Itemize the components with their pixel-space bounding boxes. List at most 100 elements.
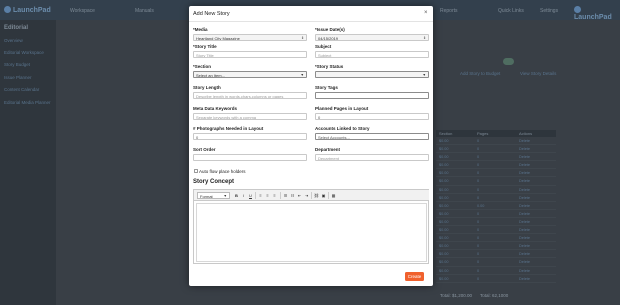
- delete-link[interactable]: Delete: [516, 210, 556, 217]
- media-select[interactable]: Heartland City Magazine ⇕: [193, 34, 307, 41]
- create-button[interactable]: Create: [405, 272, 424, 281]
- table-cell: 0: [477, 179, 480, 184]
- photographs-input[interactable]: 0: [193, 133, 307, 140]
- delete-link[interactable]: Delete: [516, 275, 556, 282]
- delete-link[interactable]: Delete: [516, 242, 556, 249]
- subject-label: Subject: [315, 44, 332, 49]
- story-tags-input[interactable]: [315, 92, 429, 99]
- align-right-icon[interactable]: ≡: [272, 193, 277, 198]
- table-cell: $0.00: [439, 260, 449, 265]
- format-select[interactable]: Format ▼: [197, 192, 230, 199]
- modal-header: Add New Story ×: [189, 6, 433, 22]
- sidebar-item-media-planner[interactable]: Editorial Media Planner: [4, 100, 51, 105]
- nav-settings[interactable]: Settings: [540, 8, 558, 14]
- delete-link[interactable]: Delete: [516, 161, 556, 168]
- numbered-list-icon[interactable]: ☷: [290, 193, 295, 198]
- story-length-input[interactable]: Describe length in words,chars,columns o…: [193, 92, 307, 99]
- bold-icon[interactable]: B: [234, 193, 239, 198]
- bullet-list-icon[interactable]: ☰: [283, 193, 288, 198]
- outdent-icon[interactable]: ⇤: [297, 193, 302, 198]
- underline-icon[interactable]: U: [248, 193, 253, 198]
- department-input[interactable]: Department: [315, 154, 429, 161]
- table-cell: $0.00: [439, 195, 449, 200]
- italic-icon[interactable]: I: [241, 193, 246, 198]
- sidebar-item-overview[interactable]: Overview: [4, 38, 23, 43]
- table-icon[interactable]: ▦: [331, 193, 336, 198]
- delete-link[interactable]: Delete: [516, 226, 556, 233]
- align-center-icon[interactable]: ≡: [265, 193, 270, 198]
- table-row: $0.00 0 Delete: [436, 161, 556, 170]
- brand-logo-right: LaunchPad: [574, 6, 620, 21]
- accounts-select[interactable]: Select Accounts...: [315, 133, 429, 140]
- table-cell: $0.00: [439, 236, 449, 241]
- close-icon[interactable]: ×: [424, 10, 428, 16]
- image-icon[interactable]: ▣: [321, 193, 326, 198]
- section-select[interactable]: Select an Item... ▼: [193, 71, 307, 78]
- delete-link[interactable]: Delete: [516, 267, 556, 274]
- total-cost: Total: $1,200.00: [440, 293, 473, 298]
- table-cell: 0: [477, 228, 480, 233]
- photographs-label: # Photographs Needed in Layout: [193, 126, 264, 131]
- table-row: $0.00 0 Delete: [436, 145, 556, 154]
- meta-keywords-input[interactable]: Separate keywords with a comma: [193, 113, 307, 120]
- table-cell: $0.00: [439, 268, 449, 273]
- nav-workspace[interactable]: Workspace: [70, 8, 95, 14]
- sidebar: Editorial Overview Editorial Workspace S…: [0, 20, 56, 305]
- table-cell: 0: [477, 195, 480, 200]
- table-row: $0.00 0 Delete: [436, 267, 556, 275]
- align-left-icon[interactable]: ≡: [258, 193, 263, 198]
- delete-link[interactable]: Delete: [516, 177, 556, 184]
- indent-icon[interactable]: ⇥: [304, 193, 309, 198]
- section-label: *Section: [193, 64, 212, 69]
- delete-link[interactable]: Delete: [516, 169, 556, 176]
- add-story-budget-link[interactable]: Add Story to Budget: [460, 71, 500, 76]
- link-icon[interactable]: ⛓: [314, 193, 319, 198]
- media-label: *Media: [193, 27, 208, 32]
- table-cell: $0.00: [439, 187, 449, 192]
- subject-input[interactable]: Subject: [315, 51, 429, 58]
- auto-flow-checkbox[interactable]: [194, 169, 198, 173]
- delete-link[interactable]: Delete: [516, 218, 556, 225]
- view-story-link[interactable]: View Story Details: [520, 71, 556, 76]
- table-cell: 0: [477, 252, 480, 257]
- table-row: $0.00 0 Delete: [436, 194, 556, 202]
- nav-manuals[interactable]: Manuals: [135, 8, 154, 14]
- table-cell: $0.00: [439, 171, 449, 176]
- total-pages: Total: 62,1000: [480, 293, 509, 298]
- auto-flow-label: Auto flow place holders: [199, 169, 246, 174]
- nav-quick-links[interactable]: Quick Links: [498, 8, 524, 14]
- delete-link[interactable]: Delete: [516, 137, 556, 144]
- table-row: $0.00 0 Delete: [436, 137, 556, 146]
- delete-link[interactable]: Delete: [516, 153, 556, 160]
- chevron-down-icon: ▼: [300, 73, 304, 77]
- table-cell: $0.00: [439, 179, 449, 184]
- story-status-label: *Story Status: [315, 64, 344, 69]
- delete-link[interactable]: Delete: [516, 250, 556, 257]
- table-cell: $0.00: [439, 147, 449, 152]
- sidebar-item-calendar[interactable]: Content Calendar: [4, 87, 39, 92]
- story-status-select[interactable]: ▼: [315, 71, 429, 78]
- sort-order-input[interactable]: [193, 154, 307, 161]
- story-title-input[interactable]: Story Title: [193, 51, 307, 58]
- sidebar-item-budget[interactable]: Story Budget: [4, 62, 30, 67]
- delete-link[interactable]: Delete: [516, 202, 556, 209]
- planned-pages-input[interactable]: 0: [315, 113, 429, 120]
- delete-link[interactable]: Delete: [516, 258, 556, 265]
- app-logo[interactable]: LaunchPad: [4, 6, 51, 14]
- table-row: $0.00 0 Delete: [436, 186, 556, 194]
- table-row: $0.00 0 Delete: [436, 242, 556, 251]
- chevron-down-icon: ▼: [422, 73, 426, 77]
- table-cell: 0: [477, 219, 480, 224]
- delete-link[interactable]: Delete: [516, 234, 556, 241]
- issue-dates-select[interactable]: 04/15/2019 ⇕: [315, 34, 429, 41]
- story-concept-textarea[interactable]: [196, 203, 427, 262]
- modal-title: Add New Story: [193, 11, 230, 17]
- delete-link[interactable]: Delete: [516, 186, 556, 193]
- nav-reports[interactable]: Reports: [440, 8, 458, 14]
- sidebar-item-workspace[interactable]: Editorial Workspace: [4, 50, 44, 55]
- planned-pages-label: Planned Pages in Layout: [315, 106, 369, 111]
- delete-link[interactable]: Delete: [516, 145, 556, 152]
- story-tags-label: Story Tags: [315, 85, 338, 90]
- sidebar-item-issue-planner[interactable]: Issue Planner: [4, 75, 32, 80]
- delete-link[interactable]: Delete: [516, 194, 556, 201]
